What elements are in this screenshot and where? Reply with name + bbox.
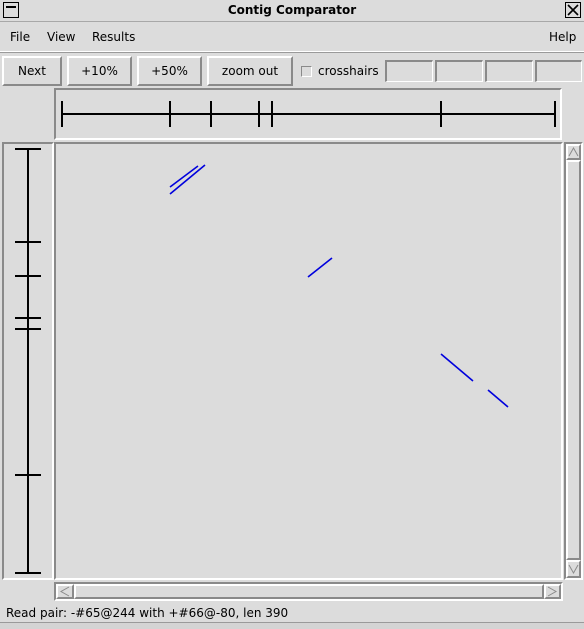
scroll-left-icon[interactable] [56,584,74,599]
menu-view[interactable]: View [47,30,75,44]
status-line: Read pair: -#65@244 with +#66@-80, len 3… [6,606,289,620]
menu-results[interactable]: Results [92,30,135,44]
dotplot-canvas[interactable] [54,142,563,580]
coord-field-3 [485,60,533,82]
alignment-plot [169,164,509,408]
close-icon[interactable] [565,2,581,18]
horizontal-scroll-thumb[interactable] [74,584,544,599]
menu-help[interactable]: Help [549,30,576,44]
zoom-50-button[interactable]: +50% [137,56,202,86]
scroll-right-icon[interactable] [544,584,561,599]
scroll-up-icon[interactable] [566,144,581,160]
zoom-out-button[interactable]: zoom out [207,56,293,86]
vertical-scrollbar[interactable] [564,142,583,580]
alignment-segment [440,353,474,382]
alignment-segment [307,257,333,278]
bottom-border [0,622,584,629]
alignment-segment [169,164,206,195]
coord-field-1 [385,60,433,82]
crosshairs-label: crosshairs [318,64,379,78]
menu-file[interactable]: File [10,30,30,44]
vertical-contig-ruler [2,142,54,580]
vertical-scroll-thumb[interactable] [566,160,581,560]
horizontal-scrollbar[interactable] [54,582,563,601]
horizontal-contig-ruler [54,88,562,140]
next-button[interactable]: Next [2,56,62,86]
menu-bar: File View Results Help [0,22,584,52]
scroll-down-icon[interactable] [566,560,581,578]
alignment-segment [169,165,199,188]
title-bar: Contig Comparator [0,0,584,22]
window-title: Contig Comparator [227,3,357,17]
coord-field-4 [535,60,582,82]
crosshairs-checkbox[interactable] [301,66,312,77]
coord-field-2 [435,60,483,82]
zoom-10-button[interactable]: +10% [67,56,132,86]
alignment-segment [487,389,509,408]
